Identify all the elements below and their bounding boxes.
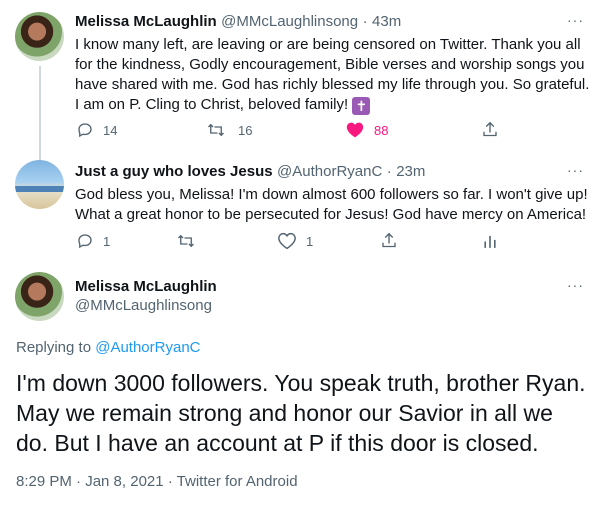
tweet-meta[interactable]: 8:29 PM · Jan 8, 2021 · Twitter for Andr… [16,473,298,490]
tweet-text-line: have shared with me. God has richly bles… [75,76,590,93]
tweet-header: Melissa McLaughlin @MMcLaughlinsong · 43… [75,13,401,31]
tweet-text: I'm down 3000 followers. You speak truth… [16,368,586,458]
tweet-text-line: I know many left, are leaving or are bei… [75,36,581,53]
tweet-text-line: What a great honor to be persecuted for … [75,206,587,223]
like-count: 1 [306,234,314,249]
author-name[interactable]: Just a guy who loves Jesus [75,163,273,180]
avatar[interactable] [15,12,64,61]
share-icon[interactable] [380,231,398,250]
tweet-text: I know many left, are leaving or are bei… [75,35,590,115]
tweet-text-line: May we remain strong and honor our Savio… [16,400,553,426]
cross-emoji: ✝ [352,97,371,115]
replying-to-label: Replying to [16,339,92,356]
heart-icon[interactable] [345,121,365,139]
reply-count: 1 [103,234,111,249]
author-handle[interactable]: @AuthorRyanC [277,163,382,180]
analytics-icon[interactable] [482,233,498,250]
timestamp[interactable]: 23m [396,163,425,180]
more-options-icon[interactable]: ··· [567,12,584,28]
reply-icon[interactable] [76,232,94,250]
avatar[interactable] [15,160,64,209]
separator: · [386,163,392,180]
tweet-text-line: for the kindness, Godly encouragement, B… [75,56,585,73]
replying-to-link[interactable]: @AuthorRyanC [95,339,200,356]
replying-to: Replying to @AuthorRyanC [16,339,201,356]
like-count: 88 [374,123,389,138]
tweet-text-line: do. But I have an account at P if this d… [16,430,539,456]
tweet-text: God bless you, Melissa! I'm down almost … [75,185,590,225]
more-options-icon[interactable]: ··· [567,162,584,178]
thread-line [39,66,41,161]
tweet-text-line: I'm down 3000 followers. You speak truth… [16,370,586,396]
author-block: Melissa McLaughlin @MMcLaughlinsong [75,278,217,314]
tweet-text-line: God bless you, Melissa! I'm down almost … [75,186,588,203]
more-options-icon[interactable]: ··· [567,277,584,293]
author-name[interactable]: Melissa McLaughlin [75,278,217,295]
heart-icon[interactable] [277,232,297,250]
timestamp[interactable]: 43m [372,13,401,30]
retweet-icon[interactable] [175,232,197,250]
retweet-icon[interactable] [205,121,227,139]
author-handle[interactable]: @MMcLaughlinsong [221,13,358,30]
reply-icon[interactable] [76,121,94,139]
author-handle[interactable]: @MMcLaughlinsong [75,297,217,314]
separator: · [362,13,368,30]
share-icon[interactable] [481,120,499,139]
retweet-count: 16 [238,123,253,138]
author-name[interactable]: Melissa McLaughlin [75,13,217,30]
tweet-header: Just a guy who loves Jesus @AuthorRyanC … [75,163,425,181]
reply-count: 14 [103,123,118,138]
tweet-text-line: I am on P. Cling to Christ, beloved fami… [75,96,349,113]
avatar[interactable] [15,272,64,321]
